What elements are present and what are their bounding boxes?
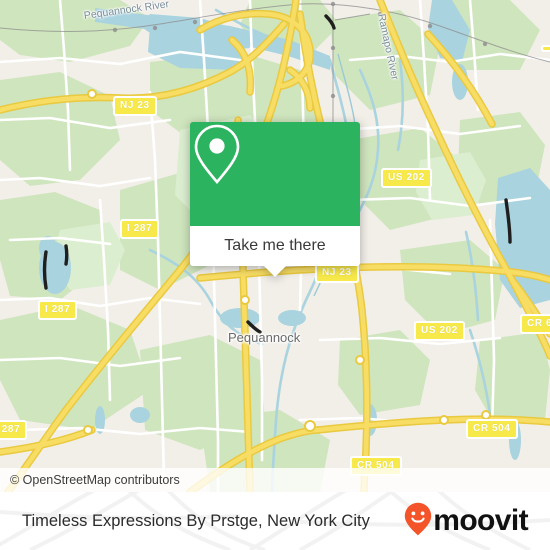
road-shield-i287-mid: I 287 bbox=[120, 219, 160, 239]
moovit-map-screen: Pequannock River Ramapo River Pequannock… bbox=[0, 0, 550, 550]
popup-tail-pointer bbox=[264, 266, 286, 277]
road-shield-i287-edge: I 287 bbox=[0, 420, 28, 440]
road-shield-us202-south: US 202 bbox=[414, 321, 465, 341]
popup-cta-area[interactable]: Take me there bbox=[190, 226, 360, 277]
road-shield-i287-lower: I 287 bbox=[38, 300, 78, 320]
footer-content: Timeless Expressions By Prstge, New York… bbox=[0, 492, 550, 550]
road-shield-edge-top-right bbox=[541, 45, 550, 52]
popup-icon-area bbox=[190, 122, 360, 226]
place-label-pequannock: Pequannock bbox=[228, 330, 301, 345]
road-shield-cr68: CR 68 bbox=[520, 314, 550, 334]
moovit-pin-icon bbox=[404, 502, 432, 541]
road-shield-nj23-south: NJ 23 bbox=[315, 263, 359, 283]
road-shield-us202-north: US 202 bbox=[381, 168, 432, 188]
footer-bar: Timeless Expressions By Prstge, New York… bbox=[0, 492, 550, 550]
map-attribution[interactable]: © OpenStreetMap contributors bbox=[0, 468, 550, 492]
take-me-there-label: Take me there bbox=[224, 237, 326, 254]
road-shield-nj23-north: NJ 23 bbox=[113, 96, 157, 116]
take-me-there-popup[interactable]: Take me there bbox=[190, 122, 360, 277]
footer-title: Timeless Expressions By Prstge, New York… bbox=[22, 511, 370, 530]
road-shield-cr504-east: CR 504 bbox=[466, 419, 518, 439]
moovit-logo[interactable]: moovit bbox=[404, 502, 529, 541]
map-canvas[interactable]: Pequannock River Ramapo River Pequannock… bbox=[0, 0, 550, 492]
moovit-wordmark: moovit bbox=[433, 504, 528, 537]
